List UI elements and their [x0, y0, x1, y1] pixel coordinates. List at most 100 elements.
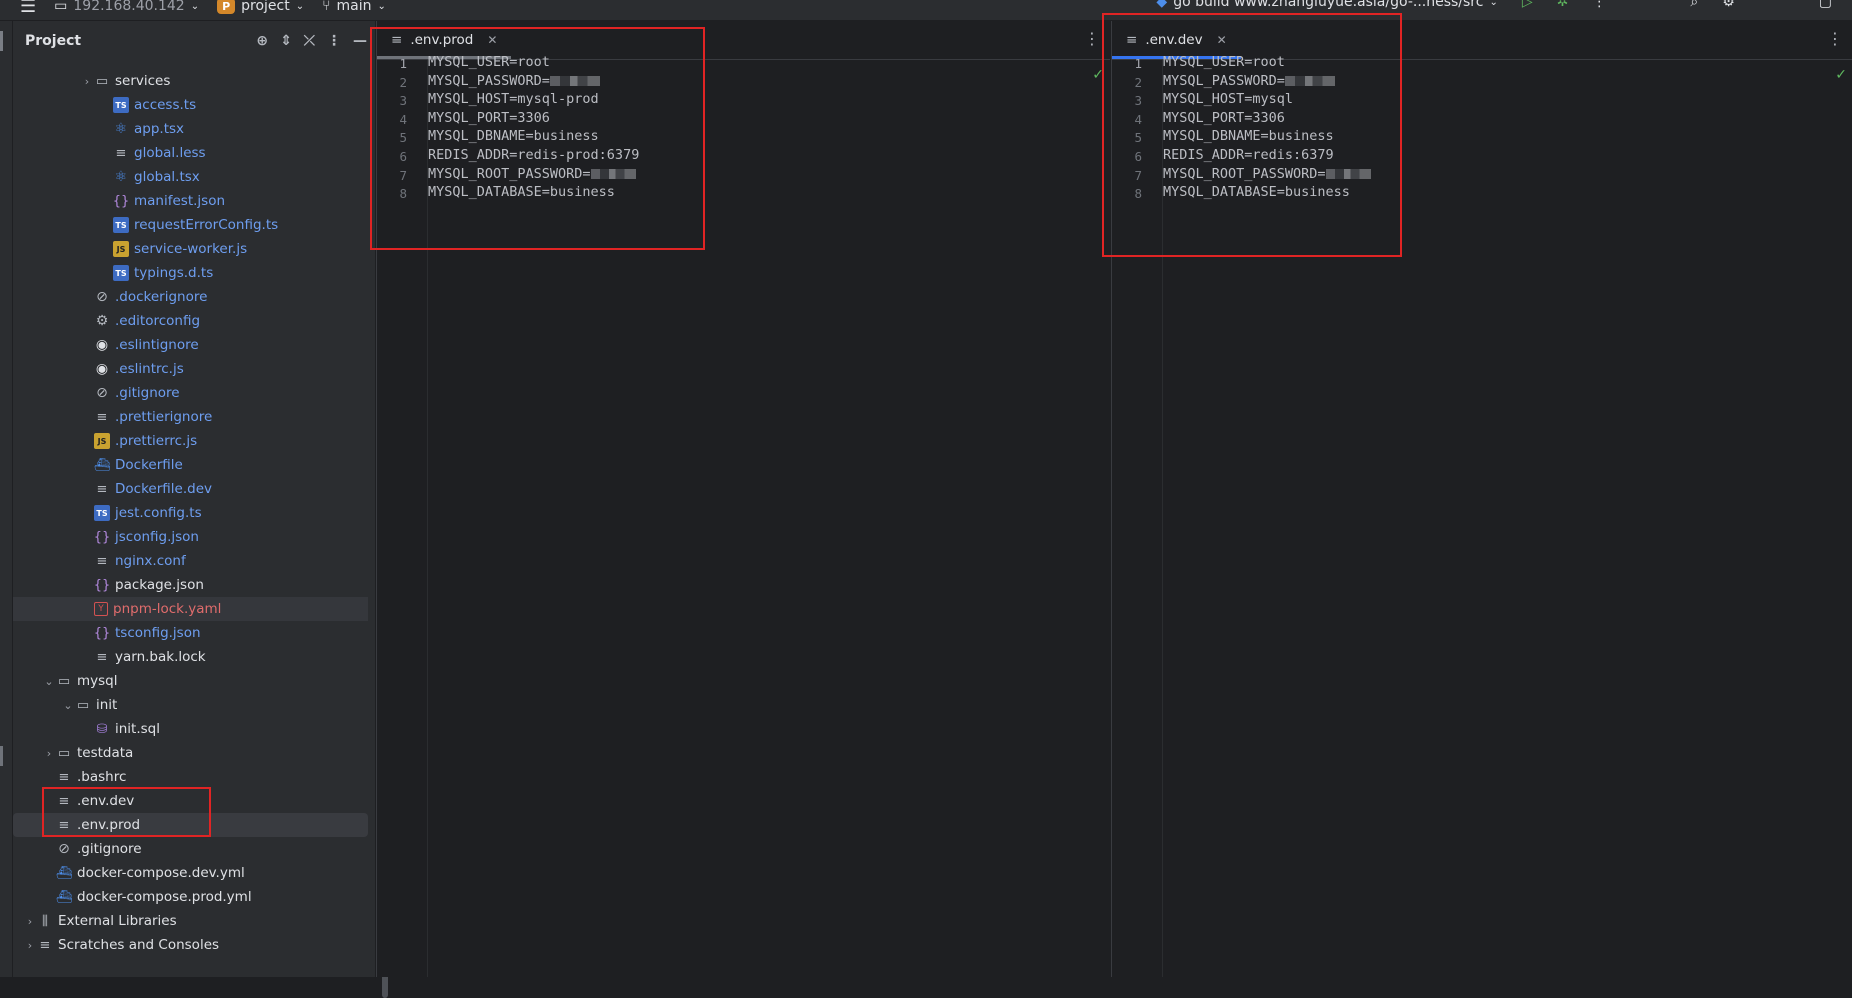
- tree-item[interactable]: ≡ Dockerfile.dev: [13, 477, 368, 501]
- tree-item[interactable]: ⚛ app.tsx: [13, 117, 368, 141]
- expand-all-icon[interactable]: ⇕: [280, 33, 292, 49]
- tree-item[interactable]: › ≡ Scratches and Consoles: [13, 933, 368, 957]
- tree-item[interactable]: JS service-worker.js: [13, 237, 368, 261]
- tree-item[interactable]: ≡ .bashrc: [13, 765, 368, 789]
- tree-item[interactable]: TS access.ts: [13, 93, 368, 117]
- tree-item[interactable]: TS requestErrorConfig.ts: [13, 213, 368, 237]
- tree-item[interactable]: ⊘ .gitignore: [13, 381, 368, 405]
- window-restore-icon[interactable]: ▢: [1819, 0, 1832, 10]
- tool-button[interactable]: [0, 746, 3, 766]
- locate-icon[interactable]: ⊕: [256, 33, 268, 49]
- options-icon[interactable]: ⋮: [327, 33, 341, 49]
- chevron-down-icon: ⌄: [190, 0, 200, 12]
- collapse-all-icon[interactable]: ⤫: [304, 33, 315, 49]
- tree-item[interactable]: ◉ .eslintrc.js: [13, 357, 368, 381]
- close-icon[interactable]: ✕: [487, 33, 497, 47]
- chevron-right-icon[interactable]: ›: [42, 747, 56, 760]
- code-line[interactable]: MYSQL_HOST=mysql-prod: [428, 91, 599, 107]
- tree-item[interactable]: {} manifest.json: [13, 189, 368, 213]
- tree-item[interactable]: ⊘ .dockerignore: [13, 285, 368, 309]
- tree-item[interactable]: TS jest.config.ts: [13, 501, 368, 525]
- tree-item-label: testdata: [77, 745, 134, 761]
- tree-item[interactable]: ⚛ global.tsx: [13, 165, 368, 189]
- project-selector[interactable]: P project ⌄: [217, 0, 304, 14]
- tree-item[interactable]: ⛴ docker-compose.prod.yml: [13, 885, 368, 909]
- project-tool-button[interactable]: [0, 31, 3, 51]
- typescript-icon: TS: [113, 97, 129, 113]
- tree-item[interactable]: JS .prettierrc.js: [13, 429, 368, 453]
- tree-item[interactable]: Ypnpm-lock.yaml: [13, 597, 368, 621]
- code-line[interactable]: MYSQL_PASSWORD=: [1163, 73, 1335, 89]
- code-line[interactable]: MYSQL_PASSWORD=: [428, 73, 600, 89]
- tree-item[interactable]: ⛴ Dockerfile: [13, 453, 368, 477]
- code-line[interactable]: REDIS_ADDR=redis:6379: [1163, 147, 1334, 163]
- docker-icon: ⛴: [55, 865, 73, 881]
- code-line-text: MYSQL_DATABASE=business: [428, 184, 615, 201]
- javascript-icon: JS: [113, 241, 129, 257]
- tree-item[interactable]: ≡ global.less: [13, 141, 368, 165]
- tree-item-label: .eslintignore: [115, 337, 199, 353]
- hide-icon[interactable]: —: [353, 33, 367, 49]
- code-line[interactable]: MYSQL_PORT=3306: [1163, 110, 1285, 126]
- folder-icon: ▭: [76, 697, 90, 713]
- tree-item[interactable]: ≡ yarn.bak.lock: [13, 645, 368, 669]
- code-line[interactable]: MYSQL_ROOT_PASSWORD=: [1163, 166, 1371, 182]
- tree-item[interactable]: ⛴ docker-compose.dev.yml: [13, 861, 368, 885]
- tree-item[interactable]: ⊘ .gitignore: [13, 837, 368, 861]
- tree-item[interactable]: ⌄ ▭ init: [13, 693, 368, 717]
- go-icon: ◆: [1156, 0, 1168, 10]
- tree-item[interactable]: TS typings.d.ts: [13, 261, 368, 285]
- tree-item[interactable]: ≡ .prettierignore: [13, 405, 368, 429]
- code-line[interactable]: MYSQL_DATABASE=business: [428, 184, 615, 200]
- remote-host-selector[interactable]: ▭ 192.168.40.142 ⌄: [54, 0, 199, 14]
- run-icon[interactable]: ▷: [1522, 0, 1533, 10]
- tree-item-label: .editorconfig: [115, 313, 201, 329]
- tree-item[interactable]: › ▭ services: [13, 69, 368, 93]
- tree-item[interactable]: ≡ .env.prod: [13, 813, 368, 837]
- chevron-right-icon[interactable]: ›: [23, 939, 37, 952]
- code-line[interactable]: MYSQL_DBNAME=business: [1163, 128, 1334, 144]
- code-line[interactable]: MYSQL_USER=root: [428, 54, 550, 70]
- code-line-text: MYSQL_DATABASE=business: [1163, 184, 1350, 201]
- debug-icon[interactable]: ✲: [1557, 0, 1569, 10]
- tree-item[interactable]: › ▭ testdata: [13, 741, 368, 765]
- tree-item[interactable]: {} tsconfig.json: [13, 621, 368, 645]
- code-line[interactable]: MYSQL_HOST=mysql: [1163, 91, 1293, 107]
- search-icon[interactable]: ⌕: [1690, 0, 1698, 10]
- tree-item[interactable]: ⌄ ▭ mysql: [13, 669, 368, 693]
- tree-item[interactable]: {} package.json: [13, 573, 368, 597]
- run-config-selector[interactable]: ◆ go build www.zhangluyue.asia/go-...nes…: [1156, 0, 1497, 10]
- code-line[interactable]: MYSQL_DATABASE=business: [1163, 184, 1350, 200]
- tree-item-label: .bashrc: [77, 769, 127, 785]
- tree-item[interactable]: ≡ .env.dev: [13, 789, 368, 813]
- main-menu-button[interactable]: ☰: [20, 0, 36, 17]
- tree-item[interactable]: › ⫼ External Libraries: [13, 909, 368, 933]
- tree-item[interactable]: ≡ nginx.conf: [13, 549, 368, 573]
- settings-gear-icon[interactable]: ⚙: [1722, 0, 1735, 10]
- tree-item-label: jsconfig.json: [115, 529, 199, 545]
- line-gutter: 1 2 3 4 5 6 7 8: [1112, 56, 1163, 977]
- chevron-down-icon[interactable]: ⌄: [42, 675, 56, 688]
- tree-item[interactable]: ⚙ .editorconfig: [13, 309, 368, 333]
- tree-item[interactable]: {} jsconfig.json: [13, 525, 368, 549]
- tree-item-label: typings.d.ts: [134, 265, 214, 281]
- tree-item[interactable]: ⛁ init.sql: [13, 717, 368, 741]
- chevron-down-icon[interactable]: ⌄: [61, 699, 75, 712]
- code-line[interactable]: MYSQL_USER=root: [1163, 54, 1285, 70]
- chevron-right-icon[interactable]: ›: [80, 75, 94, 88]
- code-line[interactable]: MYSQL_ROOT_PASSWORD=: [428, 166, 636, 182]
- tree-item[interactable]: ◉ .eslintignore: [13, 333, 368, 357]
- chevron-right-icon[interactable]: ›: [23, 915, 37, 928]
- code-line[interactable]: REDIS_ADDR=redis-prod:6379: [428, 147, 639, 163]
- editor-options-icon[interactable]: ⋮: [1084, 29, 1100, 48]
- typescript-icon: TS: [113, 217, 129, 233]
- code-line-text: MYSQL_HOST=mysql-prod: [428, 91, 599, 108]
- close-icon[interactable]: ✕: [1217, 33, 1227, 47]
- editor-options-icon[interactable]: ⋮: [1827, 29, 1843, 48]
- code-line[interactable]: MYSQL_PORT=3306: [428, 110, 550, 126]
- more-actions-icon[interactable]: ⋮: [1592, 0, 1606, 10]
- code-line[interactable]: MYSQL_DBNAME=business: [428, 128, 599, 144]
- eslint-icon: ◉: [95, 337, 109, 353]
- code-line-text: MYSQL_HOST=mysql: [1163, 91, 1294, 108]
- branch-selector[interactable]: ⑂ main ⌄: [322, 0, 386, 14]
